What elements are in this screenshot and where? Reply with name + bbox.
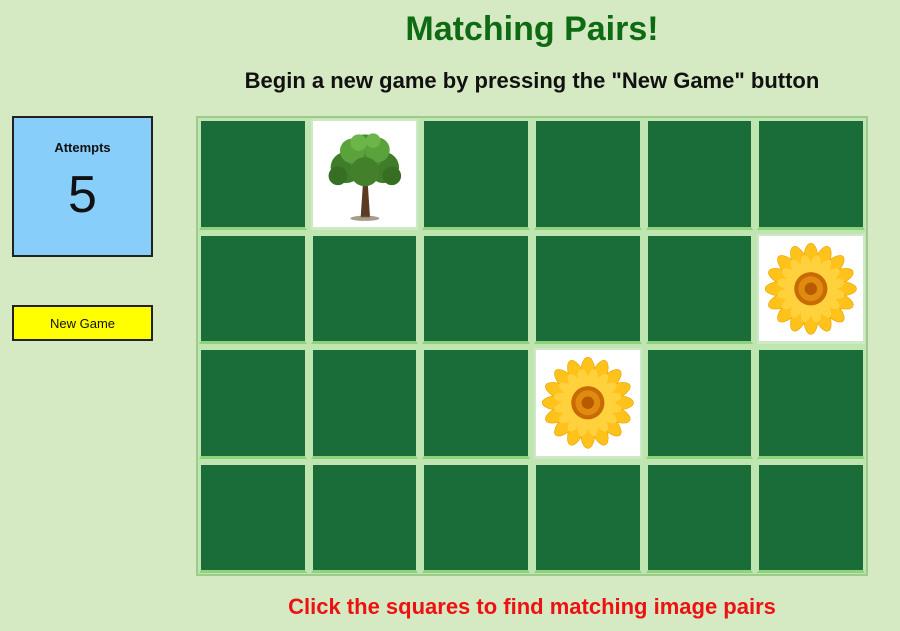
tile-r2-c3[interactable] xyxy=(422,233,530,344)
attempts-label: Attempts xyxy=(54,140,111,155)
tile-r2-c4[interactable] xyxy=(533,233,642,344)
new-game-button[interactable]: New Game xyxy=(12,305,153,341)
tile-r2-c2[interactable] xyxy=(310,233,419,344)
tile-r1-c1[interactable] xyxy=(199,119,307,230)
tile-r2-c5[interactable] xyxy=(645,233,754,344)
tile-r3-c3[interactable] xyxy=(422,348,530,459)
attempts-count: 5 xyxy=(68,166,97,224)
tile-r3-c2[interactable] xyxy=(310,348,419,459)
tile-r4-c3[interactable] xyxy=(422,462,530,573)
page-subtitle: Begin a new game by pressing the "New Ga… xyxy=(244,68,820,93)
tile-r3-c4[interactable] xyxy=(533,348,642,459)
tile-r2-c6[interactable] xyxy=(757,233,865,344)
tile-r1-c5[interactable] xyxy=(645,119,754,230)
tree-icon xyxy=(313,121,417,227)
tile-r1-c2[interactable] xyxy=(310,119,419,230)
tile-r1-c4[interactable] xyxy=(533,119,642,230)
tile-r3-c5[interactable] xyxy=(645,348,754,459)
instruction-text: Click the squares to find matching image… xyxy=(288,594,776,619)
tile-r4-c2[interactable] xyxy=(310,462,419,573)
attempts-panel: Attempts 5 xyxy=(12,116,153,257)
page-title: Matching Pairs! xyxy=(405,10,659,48)
tile-r4-c4[interactable] xyxy=(533,462,642,573)
tile-r2-c1[interactable] xyxy=(199,233,307,344)
sunflower-icon xyxy=(759,236,863,342)
tile-r1-c6[interactable] xyxy=(757,119,865,230)
sunflower-icon xyxy=(536,350,640,456)
game-board xyxy=(196,116,868,576)
tile-r4-c6[interactable] xyxy=(757,462,865,573)
tile-r3-c1[interactable] xyxy=(199,348,307,459)
tile-r1-c3[interactable] xyxy=(422,119,530,230)
tile-r3-c6[interactable] xyxy=(757,348,865,459)
tile-r4-c5[interactable] xyxy=(645,462,754,573)
tile-r4-c1[interactable] xyxy=(199,462,307,573)
